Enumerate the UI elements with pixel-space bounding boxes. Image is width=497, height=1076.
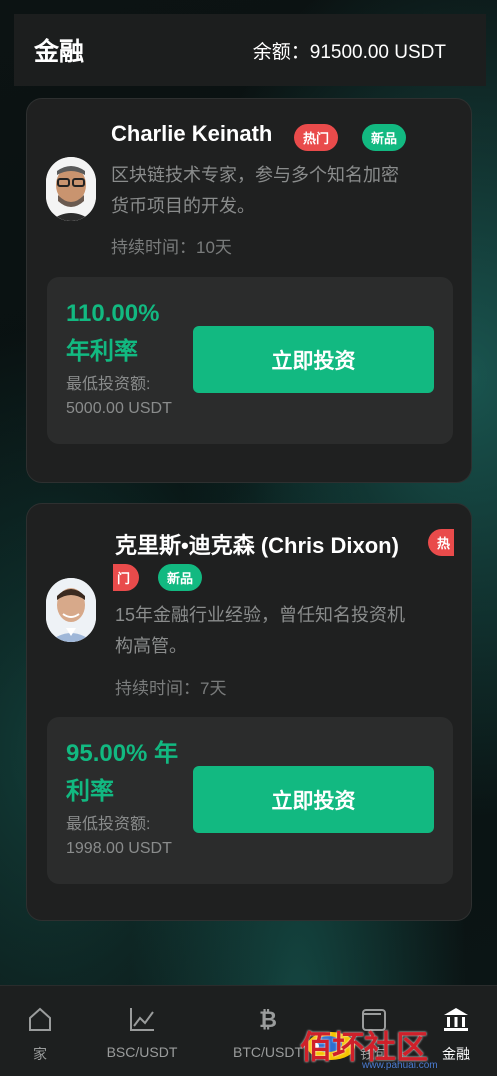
product-name: Charlie Keinath: [111, 121, 273, 146]
product-description: 区块链技术专家，参与多个知名加密 货币项目的开发。: [111, 165, 399, 216]
duration-label: 持续时间：7天: [115, 679, 227, 698]
hot-badge: 热门: [294, 124, 339, 151]
product-description: 15年金融行业经验，曾任知名投资机 构高管。: [115, 605, 406, 656]
invest-panel: 95.00% 年 利率 最低投资额: 1998.00 USDT 立即投资: [47, 717, 453, 884]
tab-bsc-usdt[interactable]: BSC/USDT: [92, 1004, 192, 1060]
home-icon: [29, 1007, 51, 1031]
avatar: [46, 578, 96, 642]
product-card: Charlie Keinath 热门 新品 区块链技术专家，参与多个知名加密 货…: [26, 98, 472, 483]
product-name: 克里斯•迪克森 (Chris Dixon): [115, 533, 399, 558]
bitcoin-icon: ₿: [259, 1008, 277, 1033]
invest-button[interactable]: 立即投资: [193, 326, 434, 393]
tab-label: BTC/USDT: [233, 1044, 303, 1060]
tab-label: BSC/USDT: [106, 1044, 178, 1060]
min-investment: 最低投资额: 5000.00 USDT: [66, 376, 172, 417]
min-investment: 最低投资额: 1998.00 USDT: [66, 816, 172, 857]
tab-home[interactable]: 家: [0, 1004, 90, 1064]
avatar: [46, 157, 96, 221]
balance-label: 余额：91500.00 USDT: [252, 41, 446, 63]
invest-button[interactable]: 立即投资: [193, 766, 434, 833]
invest-panel: 110.00% 年利率 最低投资额: 5000.00 USDT 立即投资: [47, 277, 453, 444]
new-badge: 新品: [362, 124, 407, 151]
watermark-url: www.pahuai.com: [362, 1060, 438, 1071]
hot-badge: 热: [428, 529, 455, 556]
product-card: 克里斯•迪克森 (Chris Dixon) 热 门 新品 15年金融行业经验，曾…: [26, 503, 472, 921]
chart-line-icon: [130, 1008, 154, 1031]
tab-label: 家: [33, 1046, 47, 1062]
svg-text:₿: ₿: [259, 1008, 277, 1033]
hot-badge-wrap: 门: [113, 564, 140, 591]
new-badge: 新品: [158, 564, 203, 591]
page-title: 金融: [34, 38, 85, 66]
top-bar: 金融 余额：91500.00 USDT: [14, 14, 486, 86]
duration-label: 持续时间：10天: [111, 238, 232, 257]
annual-rate: 110.00% 年利率: [66, 300, 160, 365]
annual-rate: 95.00% 年 利率: [66, 740, 179, 805]
bank-icon: [444, 1008, 468, 1031]
tab-label: 金融: [442, 1046, 470, 1062]
